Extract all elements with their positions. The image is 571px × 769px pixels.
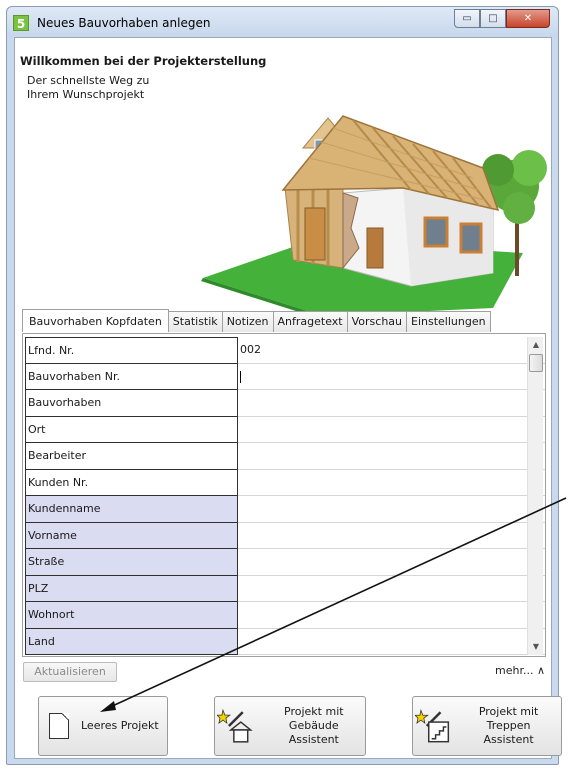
field-label: Bauvorhaben xyxy=(25,390,238,417)
grid-row-bauvorhaben-nr: Bauvorhaben Nr. xyxy=(25,363,545,390)
scroll-up-arrow-icon[interactable]: ▲ xyxy=(528,337,544,353)
grid-row-strasse: Straße xyxy=(25,549,545,576)
field-label: Kundenname xyxy=(25,496,238,523)
title-bar[interactable]: 5 Neues Bauvorhaben anlegen ▭ □ ✕ xyxy=(7,7,558,37)
dialog-content: Willkommen bei der Projekterstellung Der… xyxy=(14,37,562,759)
field-value-kundenname[interactable] xyxy=(238,496,545,523)
field-value-strasse[interactable] xyxy=(238,549,545,576)
field-label: Land xyxy=(25,628,238,655)
field-value-plz[interactable] xyxy=(238,576,545,602)
window-title: Neues Bauvorhaben anlegen xyxy=(37,16,211,30)
grid-row-land: Land xyxy=(25,628,545,655)
stairs-wizard-button[interactable]: Projekt mit Treppen Assistent xyxy=(412,696,562,756)
text-cursor xyxy=(240,370,241,383)
window-controls: ▭ □ ✕ xyxy=(454,9,550,29)
field-value-wohnort[interactable] xyxy=(238,602,545,629)
field-label: Bearbeiter xyxy=(25,443,238,470)
empty-project-label: Leeres Projekt xyxy=(81,719,159,732)
grid-row-kunden-nr: Kunden Nr. xyxy=(25,469,545,496)
house-wand-icon xyxy=(217,708,253,743)
property-grid: Lfnd. Nr. 002 Bauvorhaben Nr. Bauvorhabe… xyxy=(25,337,545,657)
building-wizard-line1: Projekt mit xyxy=(284,705,344,718)
field-label: Vorname xyxy=(25,522,238,549)
building-wizard-button[interactable]: Projekt mit Gebäude Assistent xyxy=(214,696,366,756)
app-icon: 5 xyxy=(13,15,29,31)
field-value-kunden-nr[interactable] xyxy=(238,470,545,496)
field-label: Lfnd. Nr. xyxy=(25,337,238,364)
refresh-button[interactable]: Aktualisieren xyxy=(23,662,117,682)
house-illustration xyxy=(201,115,547,318)
close-button[interactable]: ✕ xyxy=(506,9,550,28)
grid-row-wohnort: Wohnort xyxy=(25,602,545,629)
field-label: Ort xyxy=(25,416,238,443)
field-label: Wohnort xyxy=(25,602,238,629)
building-wizard-line2: Gebäude Assistent xyxy=(288,719,339,746)
tab-vorschau[interactable]: Vorschau xyxy=(346,311,408,332)
building-wizard-label: Projekt mit Gebäude Assistent xyxy=(263,705,365,747)
tab-strip: Bauvorhaben Kopfdaten Statistik Notizen … xyxy=(22,309,491,333)
field-label: PLZ xyxy=(25,575,238,602)
field-label: Bauvorhaben Nr. xyxy=(25,363,238,390)
tab-statistik[interactable]: Statistik xyxy=(167,311,223,332)
field-value-lfnd-nr[interactable]: 002 xyxy=(238,337,545,364)
stairs-wand-icon xyxy=(415,708,450,743)
grid-row-bauvorhaben: Bauvorhaben xyxy=(25,390,545,417)
stairs-wizard-line2: Assistent xyxy=(483,733,534,746)
tab-notizen[interactable]: Notizen xyxy=(221,311,274,332)
scroll-down-arrow-icon[interactable]: ▼ xyxy=(528,639,544,655)
field-value-bauvorhaben[interactable] xyxy=(238,390,545,417)
grid-row-ort: Ort xyxy=(25,416,545,443)
field-value-bauvorhaben-nr[interactable] xyxy=(238,364,545,390)
grid-row-kundenname: Kundenname xyxy=(25,496,545,523)
tab-anfragetext[interactable]: Anfragetext xyxy=(272,311,348,332)
field-label: Kunden Nr. xyxy=(25,469,238,496)
field-label: Straße xyxy=(25,549,238,576)
tab-bauvorhaben-kopfdaten[interactable]: Bauvorhaben Kopfdaten xyxy=(22,309,169,332)
tab-panel-kopfdaten: Lfnd. Nr. 002 Bauvorhaben Nr. Bauvorhabe… xyxy=(22,333,546,657)
field-value-bearbeiter[interactable] xyxy=(238,443,545,470)
tab-einstellungen[interactable]: Einstellungen xyxy=(406,311,491,332)
grid-row-vorname: Vorname xyxy=(25,522,545,549)
minimize-button[interactable]: ▭ xyxy=(454,9,480,28)
more-link[interactable]: mehr... ∧ xyxy=(495,664,545,677)
scroll-thumb[interactable] xyxy=(529,354,543,372)
maximize-button[interactable]: □ xyxy=(480,9,506,28)
field-value-land[interactable] xyxy=(238,629,545,655)
grid-row-bearbeiter: Bearbeiter xyxy=(25,443,545,470)
document-icon xyxy=(49,713,69,739)
stairs-wizard-line1: Projekt mit Treppen xyxy=(478,705,539,732)
grid-row-plz: PLZ xyxy=(25,575,545,602)
grid-row-lfnd-nr: Lfnd. Nr. 002 xyxy=(25,337,545,364)
empty-project-button[interactable]: Leeres Projekt xyxy=(38,696,168,756)
vertical-scrollbar[interactable]: ▲ ▼ xyxy=(527,337,543,655)
stairs-wizard-label: Projekt mit Treppen Assistent xyxy=(456,705,561,747)
welcome-subtitle: Der schnellste Weg zu Ihrem Wunschprojek… xyxy=(27,74,150,101)
welcome-title: Willkommen bei der Projekterstellung xyxy=(20,54,267,68)
field-value-ort[interactable] xyxy=(238,417,545,443)
app-window: 5 Neues Bauvorhaben anlegen ▭ □ ✕ Willko… xyxy=(6,6,562,765)
field-value-vorname[interactable] xyxy=(238,523,545,549)
